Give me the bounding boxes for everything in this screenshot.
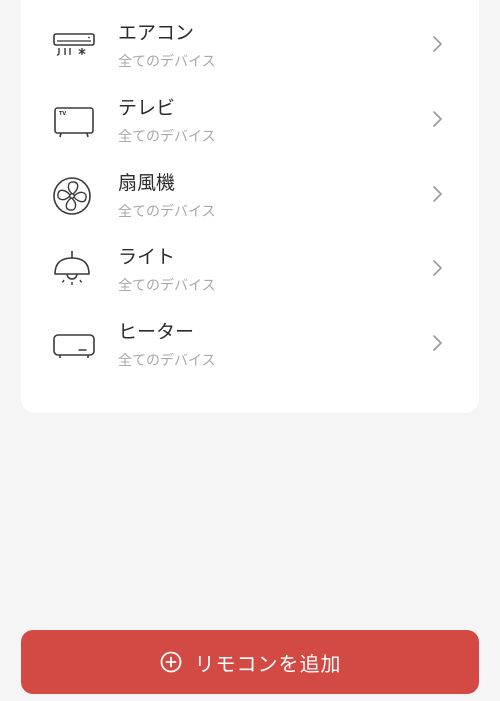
- device-name: 扇風機: [118, 172, 176, 194]
- device-item-tv[interactable]: TV テレビ 全てのデバイス: [21, 84, 479, 158]
- add-circle-icon: [159, 650, 195, 674]
- device-subtitle: 全てのデバイス: [118, 129, 216, 145]
- add-remote-button[interactable]: リモコンを追加: [21, 630, 479, 694]
- tv-icon: TV: [52, 101, 96, 141]
- device-list-card: エアコン 全てのデバイス TV テレビ 全てのデバイス 扇風機 全てのデバイス …: [21, 0, 479, 413]
- device-subtitle: 全てのデバイス: [118, 54, 216, 70]
- device-name: エアコン: [118, 22, 195, 44]
- svg-text:TV: TV: [59, 111, 66, 117]
- device-subtitle: 全てのデバイス: [118, 278, 216, 294]
- air-conditioner-icon: [52, 26, 96, 66]
- chevron-right-icon: [431, 333, 445, 353]
- device-item-light[interactable]: ライト 全てのデバイス: [21, 233, 479, 307]
- heater-icon: [52, 325, 96, 365]
- device-subtitle: 全てのデバイス: [118, 353, 216, 369]
- chevron-right-icon: [431, 34, 445, 54]
- device-name: ヒーター: [118, 321, 195, 343]
- device-subtitle: 全てのデバイス: [118, 204, 216, 220]
- chevron-right-icon: [431, 184, 445, 204]
- add-remote-label: リモコンを追加: [194, 653, 342, 676]
- device-item-fan[interactable]: 扇風機 全てのデバイス: [21, 159, 479, 233]
- device-name: ライト: [118, 246, 176, 268]
- device-item-heater[interactable]: ヒーター 全てのデバイス: [21, 308, 479, 382]
- device-item-aircon[interactable]: エアコン 全てのデバイス: [21, 9, 479, 83]
- add-remote-button-content: リモコンを追加: [21, 630, 479, 694]
- ceiling-light-icon: [52, 250, 96, 290]
- chevron-right-icon: [431, 258, 445, 278]
- fan-icon: [52, 176, 96, 216]
- device-name: テレビ: [118, 97, 176, 119]
- chevron-right-icon: [431, 109, 445, 129]
